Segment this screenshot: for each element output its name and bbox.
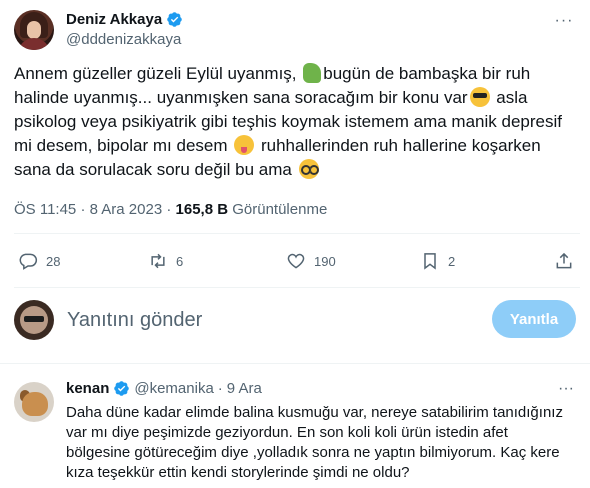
tweet-text-line: asla (491, 88, 528, 107)
tweet-header: Deniz Akkaya @dddenizakkaya ··· (14, 10, 580, 52)
author-name-block: Deniz Akkaya @dddenizakkaya (66, 11, 183, 48)
verified-badge-icon[interactable] (166, 11, 183, 28)
reply-date[interactable]: 9 Ara (227, 380, 262, 397)
bookmark-count: 2 (448, 253, 456, 269)
more-options-icon[interactable]: ··· (558, 380, 574, 398)
reply-header: kenan @kemanika · 9 Ara (66, 380, 262, 397)
bookmark-action-button[interactable]: 2 (420, 247, 455, 275)
divider (14, 233, 580, 234)
retweet-action-button[interactable]: 6 (148, 247, 183, 275)
tweet-date[interactable]: 8 Ara 2023 (90, 201, 163, 218)
meta-separator: · (166, 201, 172, 218)
reply-input[interactable]: Yanıtını gönder (67, 309, 202, 332)
reply-text: Daha düne kadar elimde balina kusmuğu va… (66, 404, 563, 481)
divider (14, 287, 580, 288)
like-count: 190 (314, 253, 336, 269)
bookmark-icon (424, 253, 436, 270)
author-avatar[interactable] (14, 10, 54, 50)
tweet-text-line: halinde uyanmış... uyanmışken sana sorac… (14, 88, 468, 107)
share-action-button[interactable] (554, 247, 574, 275)
reply-submit-button[interactable]: Yanıtla (492, 300, 576, 338)
tweet-text-line: sana da sorulacak soru değil bu ama (14, 160, 297, 179)
like-action-button[interactable]: 190 (286, 247, 336, 275)
tweet-text-line: bugün de bambaşka bir ruh (323, 64, 531, 83)
dinosaur-emoji-icon (303, 63, 322, 83)
tweet-text-line: psikolog veya psikiyatrik gibi teşhis ko… (14, 112, 562, 131)
divider (0, 363, 590, 364)
reply-action-button[interactable]: 28 (18, 247, 60, 275)
tweet-text-line: ruhhallerinden ruh hallerine koşarken (256, 136, 541, 155)
action-bar: 28 6 190 2 (14, 247, 580, 275)
reply-count: 28 (46, 253, 61, 269)
more-options-icon[interactable]: ··· (554, 13, 574, 34)
author-handle[interactable]: @dddenizakkaya (66, 31, 183, 48)
tweet-meta: ÖS 11:45 · 8 Ara 2023 · 165,8 B Görüntül… (14, 201, 327, 218)
tweet-text-line: Annem güzeller güzeli Eylül uyanmış, (14, 64, 302, 83)
views-count[interactable]: 165,8 B (176, 201, 229, 218)
share-icon (556, 252, 572, 269)
tweet-text: Annem güzeller güzeli Eylül uyanmış, bug… (14, 62, 580, 182)
winking-tongue-emoji-icon (234, 135, 255, 155)
reply-author-name[interactable]: kenan (66, 380, 109, 397)
tweet-time[interactable]: ÖS 11:45 (14, 201, 76, 218)
retweet-icon (151, 253, 165, 269)
retweet-count: 6 (176, 253, 184, 269)
views-label: Görüntülenme (232, 201, 328, 218)
sunglasses-emoji-icon (469, 87, 490, 107)
meta-separator: · (80, 201, 86, 218)
nerd-emoji-icon (298, 159, 319, 179)
meta-separator: · (217, 380, 223, 397)
tweet-text-line: mi desem, bipolar mı desem (14, 136, 233, 155)
heart-icon (287, 253, 305, 269)
author-display-name[interactable]: Deniz Akkaya (66, 11, 162, 28)
verified-badge-icon[interactable] (113, 380, 130, 397)
reply-author-handle[interactable]: @kemanika (134, 380, 213, 397)
current-user-avatar[interactable] (14, 300, 54, 340)
reply-author-avatar[interactable] (14, 382, 54, 422)
reply-composer: Yanıtını gönder Yanıtla (14, 300, 580, 342)
reply-icon (19, 253, 38, 270)
